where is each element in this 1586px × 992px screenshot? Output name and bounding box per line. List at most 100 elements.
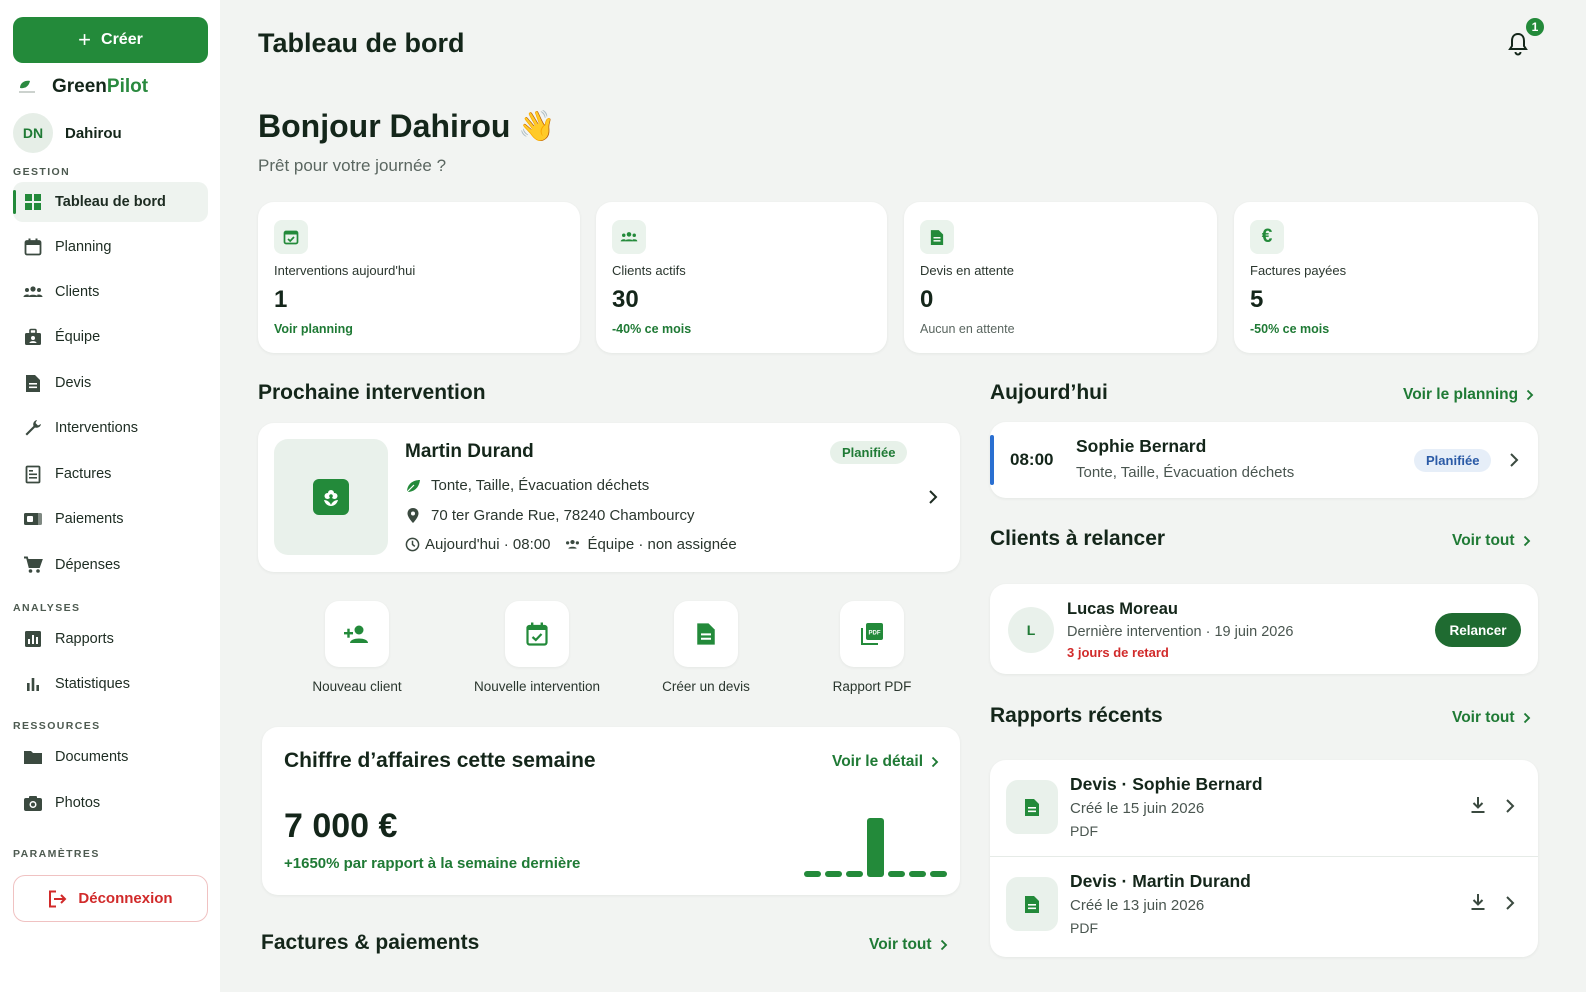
sidebar-item-factures[interactable]: Factures [13,454,208,494]
invoices-see-all-link[interactable]: Voir tout [869,936,948,954]
chevron-right-icon[interactable] [928,489,938,505]
payment-icon [23,509,43,529]
next-when: Aujourd'hui · 08:00 [425,536,551,553]
team-icon [23,327,43,347]
people-icon [23,282,43,302]
add-person-icon [325,601,389,667]
section-label-analyses: ANALYSES [13,602,81,614]
sidebar-item-label: Dépenses [55,557,121,573]
pdf-icon: PDF [840,601,904,667]
chevron-right-icon [1523,712,1531,724]
calendar-icon [23,237,43,257]
sidebar-item-documents[interactable]: Documents [13,737,208,777]
chart-bar-6 [909,871,926,877]
dashboard-icon [23,192,43,212]
chevron-right-icon [1526,389,1534,401]
next-address-text: 70 ter Grande Rue, 78240 Chambourcy [431,507,695,524]
section-label-parametres: PARAMÈTRES [13,848,100,860]
page-title: Tableau de bord [258,28,465,58]
list-item[interactable]: Devis · Sophie Bernard Créé le 15 juin 2… [990,760,1538,857]
logout-label: Déconnexion [78,890,173,907]
stat-card-factures[interactable]: € Factures payées 5 -50% ce mois [1234,202,1538,353]
sidebar-item-clients[interactable]: Clients [13,272,208,312]
sidebar-item-statistiques[interactable]: Statistiques [13,664,208,704]
today-intervention-card[interactable]: 08:00 Sophie Bernard Tonte, Taille, Évac… [990,422,1538,498]
sidebar-item-paiements[interactable]: Paiements [13,499,208,539]
relance-see-all-link[interactable]: Voir tout [1452,532,1531,550]
stat-value: 5 [1250,286,1264,313]
relance-client-name: Lucas Moreau [1067,600,1178,618]
sidebar-item-depenses[interactable]: Dépenses [13,545,208,585]
sidebar-item-planning[interactable]: Planning [13,227,208,267]
people-icon [564,538,581,551]
sidebar-item-label: Tableau de bord [55,194,166,210]
leaf-logo-icon [16,78,38,96]
chevron-right-icon[interactable] [1505,798,1515,814]
stat-card-interventions[interactable]: Interventions aujourd'hui 1 Voir plannin… [258,202,580,353]
plus-icon: + [78,27,92,52]
stat-value: 30 [612,286,639,313]
reports-title: Rapports récents [990,704,1163,727]
document-icon [1006,780,1058,834]
relance-client-card[interactable]: L Lucas Moreau Dernière intervention · 1… [990,584,1538,674]
quick-action-create-quote[interactable]: Créer un devis [616,601,796,694]
stats-icon [23,674,43,694]
today-services: Tonte, Taille, Évacuation déchets [1076,464,1295,481]
leaf-icon [405,478,421,494]
next-intervention-card[interactable]: Martin Durand Planifiée Tonte, Taille, É… [258,423,960,572]
chevron-right-icon[interactable] [1505,895,1515,911]
sidebar-item-label: Clients [55,284,100,300]
report-date: Créé le 13 juin 2026 [1070,897,1205,914]
create-button[interactable]: + Créer [13,17,208,63]
stat-value: 0 [920,286,934,313]
relance-delay: 3 jours de retard [1067,645,1169,660]
chart-bar-3 [846,871,863,877]
sidebar-item-label: Interventions [55,420,139,436]
quick-action-pdf-report[interactable]: PDF Rapport PDF [782,601,962,694]
clock-icon [405,537,420,552]
reports-card: Devis · Sophie Bernard Créé le 15 juin 2… [990,760,1538,957]
stat-sub[interactable]: Voir planning [274,322,353,336]
list-item[interactable]: Devis · Martin Durand Créé le 13 juin 20… [990,857,1538,954]
sidebar-item-interventions[interactable]: Interventions [13,408,208,448]
stat-card-devis[interactable]: Devis en attente 0 Aucun en attente [904,202,1217,353]
wrench-icon [23,418,43,438]
quick-action-label: Nouveau client [312,679,402,694]
next-services-text: Tonte, Taille, Évacuation déchets [431,477,650,494]
sidebar-item-label: Statistiques [55,676,130,692]
chart-bar-4 [867,818,884,877]
next-address: 70 ter Grande Rue, 78240 Chambourcy [405,507,695,524]
stat-sub: Aucun en attente [920,322,1015,336]
today-planning-link[interactable]: Voir le planning [1403,386,1534,404]
relancer-button[interactable]: Relancer [1435,613,1521,647]
brand-name-pilot: Pilot [106,76,149,97]
today-accent-bar [990,435,994,485]
download-icon[interactable] [1470,796,1486,814]
quick-action-new-intervention[interactable]: Nouvelle intervention [447,601,627,694]
report-type: PDF [1070,823,1098,839]
sidebar-item-devis[interactable]: Devis [13,363,208,403]
sidebar-item-dashboard[interactable]: Tableau de bord [13,182,208,222]
sidebar-item-photos[interactable]: Photos [13,783,208,823]
reports-see-all-link[interactable]: Voir tout [1452,709,1531,727]
quick-action-new-client[interactable]: Nouveau client [267,601,447,694]
brand-name-green: Green [52,76,107,97]
avatar: DN [13,113,53,153]
document-icon [674,601,738,667]
report-icon [23,629,43,649]
chart-bar-7 [930,871,947,877]
next-services: Tonte, Taille, Évacuation déchets [405,477,649,494]
sidebar-item-label: Paiements [55,511,124,527]
stat-label: Devis en attente [920,263,1014,278]
download-icon[interactable] [1470,893,1486,911]
sidebar-item-equipe[interactable]: Équipe [13,317,208,357]
calendar-check-icon [274,220,308,254]
sidebar-item-rapports[interactable]: Rapports [13,619,208,659]
chevron-right-icon[interactable] [1509,452,1519,468]
user-profile[interactable]: DN Dahirou [13,113,122,153]
revenue-value: 7 000 € [284,807,398,845]
revenue-detail-link[interactable]: Voir le détail [832,753,939,771]
logout-button[interactable]: Déconnexion [13,875,208,922]
stat-card-clients[interactable]: Clients actifs 30 -40% ce mois [596,202,887,353]
sidebar-item-label: Photos [55,795,101,811]
